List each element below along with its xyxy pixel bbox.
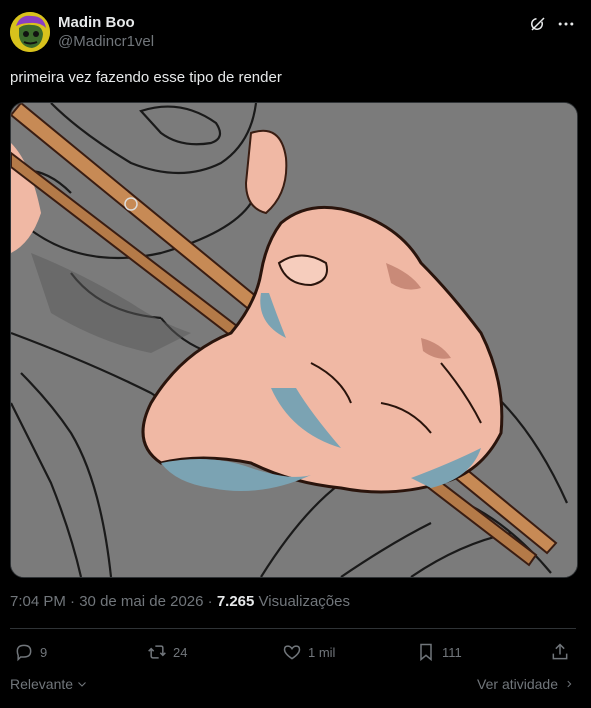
views-count: 7.265 xyxy=(216,593,255,610)
replies-footer: Relevante Ver atividade xyxy=(10,674,576,694)
tweet-date[interactable]: 30 de mai de 2026 xyxy=(79,593,203,610)
reply-count: 9 xyxy=(40,644,48,660)
like-count: 1 mil xyxy=(308,644,336,660)
author-handle[interactable]: @Madincr1vel xyxy=(58,32,154,52)
meta-separator-2: · xyxy=(207,593,213,610)
reply-button[interactable]: 9 xyxy=(14,642,47,662)
more-icon[interactable] xyxy=(556,14,576,34)
action-bar: 9 24 1 mil 111 xyxy=(10,640,576,668)
avatar[interactable] xyxy=(10,12,50,52)
bookmark-button[interactable]: 111 xyxy=(416,642,462,662)
tweet-meta: 7:04 PM · 30 de mai de 2026 · 7.265 Visu… xyxy=(10,592,350,612)
chevron-down-icon xyxy=(78,682,86,687)
grok-icon[interactable] xyxy=(528,14,548,34)
tweet-time[interactable]: 7:04 PM xyxy=(10,593,66,610)
like-icon xyxy=(283,645,301,660)
meta-separator: · xyxy=(70,593,76,610)
divider xyxy=(10,628,576,629)
bookmark-count: 111 xyxy=(442,644,462,660)
activity-label: Ver atividade xyxy=(477,676,558,692)
bookmark-icon xyxy=(420,643,432,662)
retweet-count: 24 xyxy=(173,644,188,660)
retweet-icon xyxy=(148,645,166,659)
tweet-image[interactable] xyxy=(10,102,578,578)
chevron-right-icon xyxy=(567,680,572,688)
sort-dropdown[interactable]: Relevante xyxy=(10,676,88,692)
like-button[interactable]: 1 mil xyxy=(282,642,335,662)
share-icon xyxy=(552,643,568,660)
tweet-header: Madin Boo @Madincr1vel xyxy=(10,12,581,52)
sort-label: Relevante xyxy=(10,676,74,692)
view-activity-link[interactable]: Ver atividade xyxy=(477,676,574,692)
share-button[interactable] xyxy=(550,642,570,662)
tweet-text: primeira vez fazendo esse tipo de render xyxy=(10,69,282,86)
author-name[interactable]: Madin Boo xyxy=(58,14,154,32)
retweet-button[interactable]: 24 xyxy=(147,642,187,662)
reply-icon xyxy=(16,644,32,662)
views-label: Visualizações xyxy=(258,593,350,610)
